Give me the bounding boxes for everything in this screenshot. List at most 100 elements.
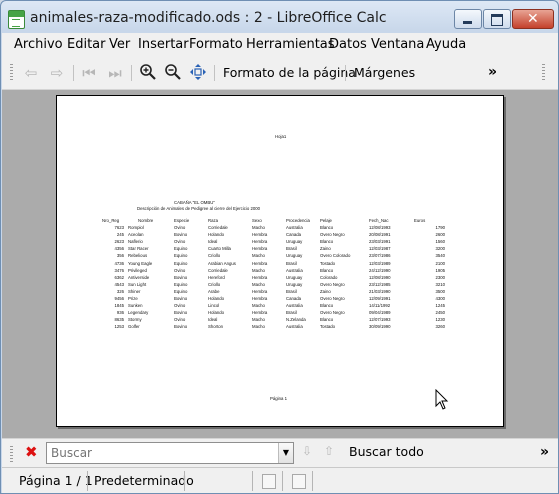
menu-editar[interactable]: Editar: [67, 37, 106, 52]
previous-page-icon[interactable]: ⇨: [47, 63, 67, 83]
findbar-overflow-button[interactable]: »: [540, 444, 549, 460]
first-page-icon[interactable]: ⇦: [21, 63, 41, 83]
last-page-icon[interactable]: ⏭: [105, 63, 125, 83]
sheet-title: CABAÑA "EL OMBU": [174, 200, 215, 205]
menu-datos[interactable]: Datos: [329, 37, 367, 52]
table-cell: 1245: [435, 303, 445, 309]
table-cell: Ovino: [174, 303, 186, 309]
close-window-button[interactable]: ✕: [512, 9, 554, 29]
table-cell: Macho: [252, 267, 265, 273]
table-cell: 3260: [435, 324, 445, 330]
table-cell: Hembra: [252, 260, 268, 266]
close-find-bar-icon[interactable]: ✖: [25, 443, 38, 461]
table-cell: Macho: [252, 303, 265, 309]
column-header: Nro_Reg: [102, 218, 120, 223]
table-cell: 4543: [114, 281, 124, 287]
table-cell: Australia: [286, 324, 303, 330]
table-cell: Macho: [252, 317, 265, 323]
menu-formato[interactable]: Formato: [189, 37, 243, 52]
toolbar-grip[interactable]: [542, 64, 545, 82]
page-header: Hoja1: [275, 134, 287, 139]
table-cell: Uruguay: [286, 274, 303, 280]
menu-archivo[interactable]: Archivo: [14, 37, 63, 52]
table-cell: Hembra: [252, 296, 268, 301]
table-cell: 09/04/1989: [369, 310, 391, 316]
table-cell: Arabe: [208, 288, 220, 294]
table-cell: 7623: [114, 225, 124, 230]
table-cell: Brasil: [286, 288, 297, 294]
find-previous-icon[interactable]: ⇩: [302, 444, 312, 458]
table-cell: Colorado: [320, 274, 338, 280]
table-cell: 2600: [435, 232, 445, 238]
toolbar-separator: [73, 65, 74, 81]
menu-ver[interactable]: Ver: [109, 37, 130, 52]
table-cell: 4736: [114, 260, 124, 266]
table-cell: 1790: [435, 225, 445, 230]
digital-signature-icon[interactable]: [292, 474, 306, 489]
menu-ventana[interactable]: Ventana: [371, 37, 424, 52]
table-cell: 12/03/1987: [369, 246, 391, 252]
maximize-button[interactable]: [483, 9, 511, 29]
table-cell: Overo Negro: [320, 232, 345, 238]
toolbar-separator: [345, 65, 346, 81]
table-cell: 1230: [435, 317, 445, 323]
table-cell: 2100: [435, 260, 445, 266]
table-cell: 12/08/1993: [369, 225, 391, 230]
table-cell: 2623: [114, 239, 124, 245]
table-cell: 8635: [114, 317, 124, 323]
table-cell: Equino: [174, 260, 188, 266]
table-cell: Bovino: [174, 324, 188, 330]
menu-ayuda[interactable]: Ayuda: [426, 37, 466, 52]
table-cell: Equino: [174, 253, 188, 259]
toolbar-grip[interactable]: [10, 64, 13, 82]
table-cell: 936: [116, 310, 124, 316]
page-indicator[interactable]: Página 1 / 1: [19, 473, 93, 488]
print-preview-area[interactable]: Hoja1 CABAÑA "EL OMBU" Descripción de An…: [2, 90, 558, 438]
table-cell: 3540: [435, 253, 445, 259]
table-cell: Brasil: [286, 246, 297, 252]
table-cell: Blanco: [320, 303, 334, 309]
table-cell: Equino: [174, 288, 188, 294]
table-cell: Hembra: [252, 246, 268, 252]
table-cell: Australia: [286, 267, 303, 273]
table-cell: 1560: [435, 239, 445, 245]
toolbar-grip[interactable]: [10, 446, 13, 464]
table-cell: Aceolan: [128, 232, 144, 238]
table-cell: Ovino: [174, 225, 186, 230]
zoom-in-icon[interactable]: [138, 63, 158, 83]
zoom-out-icon[interactable]: [163, 63, 183, 83]
table-cell: Overo Negro: [320, 296, 345, 301]
table-cell: 3200: [435, 246, 445, 252]
table-cell: 2450: [435, 310, 445, 316]
find-all-button[interactable]: Buscar todo: [349, 444, 424, 459]
document-modified-icon[interactable]: [262, 474, 276, 489]
next-page-icon[interactable]: ⏮: [79, 63, 99, 83]
menu-insertar[interactable]: Insertar: [138, 37, 189, 52]
table-cell: Lincol: [208, 303, 220, 309]
table-cell: 14/11/1992: [369, 303, 391, 309]
search-combobox[interactable]: ▼: [46, 442, 294, 464]
table-cell: 9456: [114, 296, 124, 301]
margins-button[interactable]: Márgenes: [354, 65, 415, 80]
title-bar[interactable]: animales-raza-modificado.ods : 2 - Libre…: [1, 1, 558, 33]
table-cell: Brasil: [286, 260, 297, 266]
page-footer: Página 1: [270, 396, 287, 401]
minimize-button[interactable]: [454, 9, 482, 29]
find-next-icon[interactable]: ⇧: [324, 444, 334, 458]
toolbar-overflow-button[interactable]: »: [488, 64, 497, 80]
table-cell: Corriedale: [208, 225, 228, 230]
table-cell: Ovino: [174, 267, 186, 273]
table-cell: 3476: [114, 267, 124, 273]
chevron-down-icon[interactable]: ▼: [278, 443, 293, 463]
full-screen-icon[interactable]: [188, 63, 208, 83]
table-cell: Shiner: [128, 288, 141, 294]
page-format-button[interactable]: Formato de la página: [223, 65, 356, 80]
status-bar: Página 1 / 1 Predeterminado: [2, 467, 558, 493]
table-cell: Hereford: [208, 274, 225, 280]
search-input[interactable]: [47, 443, 279, 463]
menu-herramientas[interactable]: Herramientas: [246, 37, 335, 52]
window-title: animales-raza-modificado.ods : 2 - Libre…: [30, 10, 387, 26]
page-style-indicator[interactable]: Predeterminado: [94, 473, 194, 488]
table-cell: Zaino: [320, 246, 331, 252]
table-cell: 12/03/1989: [369, 260, 391, 266]
